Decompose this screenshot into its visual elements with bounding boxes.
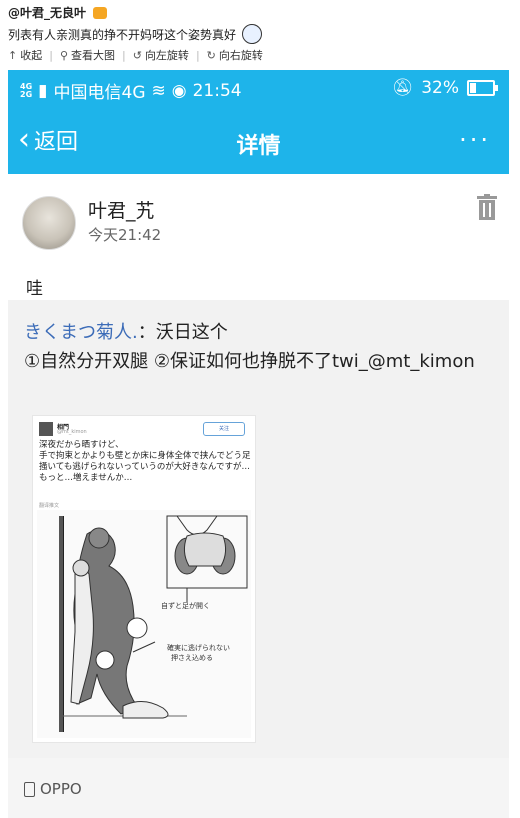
rotate-right-icon: ↻ — [206, 48, 216, 62]
weibo-caption-text: 列表有人亲测真的挣不开妈呀这个姿势真好 — [8, 28, 237, 42]
doraemon-emoji-icon — [241, 24, 262, 44]
tweet-follow-button: 关注 — [203, 422, 245, 436]
device-name: OPPO — [40, 780, 82, 798]
repost-username[interactable]: きくまつ菊人. — [24, 322, 138, 343]
device-info: OPPO — [24, 780, 82, 798]
weibo-header: @叶君_无良叶 列表有人亲测真的挣不开妈呀这个姿势真好 ↑ 收起 | ⚲ 查看大… — [0, 0, 520, 70]
weibo-author-name[interactable]: @叶君_无良叶 — [8, 6, 86, 20]
post-time: 今天21:42 — [88, 226, 162, 244]
collapse-button[interactable]: ↑ 收起 — [8, 47, 42, 63]
rotate-left-icon: ↺ — [132, 48, 142, 62]
network-type-indicator: 4G 2G — [20, 82, 33, 99]
tweet-avatar — [39, 422, 53, 436]
mute-icon: 🔕︎ — [391, 78, 414, 98]
weibo-author[interactable]: @叶君_无良叶 — [8, 4, 108, 21]
repost-image[interactable]: 相門 @mt_kimon 关注 深夜だから晒すけど、 手で拘束とかよりも壁とか床… — [32, 415, 256, 743]
more-button[interactable]: ··· — [459, 126, 491, 154]
rotate-left-label: 向左旋转 — [144, 49, 189, 62]
art-note-2: 確実に逃げられない — [167, 643, 230, 652]
status-left: 4G 2G ▮ 中国电信4G ≋ ◉ 21:54 — [20, 78, 242, 104]
view-large-label: 查看大图 — [71, 49, 115, 62]
divider: | — [49, 48, 53, 62]
status-right: 🔕︎ 32% — [391, 78, 498, 98]
post-username[interactable]: 叶君_艽 — [88, 196, 155, 223]
view-large-button[interactable]: ⚲ 查看大图 — [60, 47, 115, 63]
rotate-right-label: 向右旋转 — [218, 49, 263, 62]
rotate-right-button[interactable]: ↻ 向右旋转 — [207, 47, 263, 63]
page-title: 详情 — [236, 134, 281, 159]
tweet-illustration: 自ずと足が開く 確実に逃げられない 押さえ込める — [37, 510, 251, 738]
trash-icon[interactable] — [477, 194, 497, 220]
network-type-bottom: 2G — [20, 89, 33, 99]
status-bar: 4G 2G ▮ 中国电信4G ≋ ◉ 21:54 🔕︎ 32% — [8, 70, 509, 108]
tweet-text: 深夜だから晒すけど、 手で拘束とかよりも壁とか床に身体全体で挟んでどう足掻いても… — [39, 440, 251, 483]
sync-icon: ◉ — [171, 80, 187, 101]
rotate-left-button[interactable]: ↺ 向左旋转 — [133, 47, 189, 63]
repost-block[interactable]: きくまつ菊人.：沃日这个 ①自然分开双腿 ②保证如何也挣脱不了twi_@mt_k… — [8, 300, 509, 758]
weibo-caption: 列表有人亲测真的挣不开妈呀这个姿势真好 — [8, 24, 262, 44]
tweet-translate-label: 翻译推文 — [39, 503, 60, 509]
device-footer: OPPO — [8, 758, 509, 818]
wifi-icon: ≋ — [151, 80, 166, 101]
avatar[interactable] — [22, 196, 76, 250]
tweet-handle: @mt_kimon — [57, 429, 87, 435]
battery-fill — [470, 83, 476, 93]
art-note-1: 自ずと足が開く — [161, 601, 210, 610]
divider: | — [195, 48, 200, 62]
signal-icon: ▮ — [38, 80, 48, 101]
magnify-icon: ⚲ — [59, 48, 68, 62]
art-note-3: 押さえ込める — [171, 653, 213, 662]
collapse-label: 收起 — [20, 49, 43, 62]
crown-icon — [93, 7, 108, 19]
divider: | — [122, 48, 126, 62]
post-text: 哇 — [26, 279, 43, 299]
weibo-image-actions: ↑ 收起 | ⚲ 查看大图 | ↺ 向左旋转 | ↻ 向右旋转 — [8, 47, 263, 63]
phone-icon — [24, 781, 35, 797]
repost-text-block: きくまつ菊人.：沃日这个 ①自然分开双腿 ②保证如何也挣脱不了twi_@mt_k… — [24, 318, 494, 376]
repost-separator: ： — [137, 322, 156, 343]
carrier-name: 中国电信4G — [53, 83, 146, 103]
battery-percent: 32% — [421, 78, 459, 98]
arrow-up-icon: ↑ — [8, 48, 18, 62]
phone-screenshot: 4G 2G ▮ 中国电信4G ≋ ◉ 21:54 🔕︎ 32% ‹ 返回 详情 … — [8, 70, 509, 818]
battery-icon — [467, 80, 498, 96]
nav-bar: ‹ 返回 详情 ··· — [8, 108, 509, 174]
status-time: 21:54 — [192, 80, 242, 101]
